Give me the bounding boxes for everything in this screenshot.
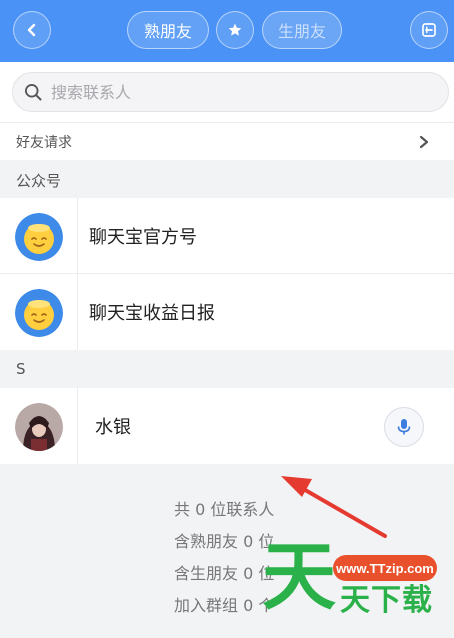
tab-close-friends[interactable]: 熟朋友 xyxy=(127,11,209,49)
tab-new-friends[interactable]: 生朋友 xyxy=(262,11,342,49)
avatar xyxy=(15,403,63,451)
list-item-official-account[interactable]: 聊天宝收益日报 xyxy=(0,274,454,350)
friend-requests-label: 好友请求 xyxy=(16,134,72,151)
search-icon xyxy=(25,84,42,101)
divider xyxy=(77,198,78,273)
back-button[interactable] xyxy=(13,11,51,49)
search-area xyxy=(0,62,454,122)
user-photo-icon xyxy=(15,403,63,451)
star-button[interactable] xyxy=(216,11,254,49)
scan-icon xyxy=(422,23,436,37)
watermark-url: www.TTzip.com xyxy=(333,555,437,581)
stat-groups-joined: 加入群组 0 个 xyxy=(174,596,275,615)
contact-name: 水银 xyxy=(95,417,131,438)
friend-requests-row[interactable]: 好友请求 xyxy=(0,122,454,160)
voice-call-button[interactable] xyxy=(384,407,424,447)
search-input[interactable] xyxy=(51,82,431,102)
section-header-official-accounts: 公众号 xyxy=(16,172,62,190)
list-item-contact[interactable]: 水银 xyxy=(0,388,454,464)
avatar xyxy=(15,213,63,261)
avatar xyxy=(15,289,63,337)
stat-close-friends: 含熟朋友 0 位 xyxy=(174,532,275,551)
ingot-logo-icon xyxy=(15,289,63,337)
stat-total-contacts: 共 0 位联系人 xyxy=(174,500,275,519)
watermark-text: 天下载 xyxy=(340,583,433,618)
contact-name: 聊天宝官方号 xyxy=(89,227,197,248)
watermark-logo: 天 xyxy=(262,534,336,620)
stat-new-friends: 含生朋友 0 位 xyxy=(174,564,275,583)
star-icon xyxy=(228,23,242,36)
microphone-icon xyxy=(397,419,411,435)
chevron-right-icon xyxy=(419,135,429,148)
contact-name: 聊天宝收益日报 xyxy=(89,303,215,324)
divider xyxy=(77,274,78,350)
ingot-logo-icon xyxy=(15,213,63,261)
section-header-s: S xyxy=(16,360,26,378)
list-item-official-account[interactable]: 聊天宝官方号 xyxy=(0,198,454,274)
scan-button[interactable] xyxy=(410,11,448,49)
divider xyxy=(77,388,78,464)
chevron-left-icon xyxy=(27,23,36,37)
search-bar[interactable] xyxy=(12,72,449,112)
top-bar: 熟朋友 生朋友 xyxy=(0,0,454,62)
